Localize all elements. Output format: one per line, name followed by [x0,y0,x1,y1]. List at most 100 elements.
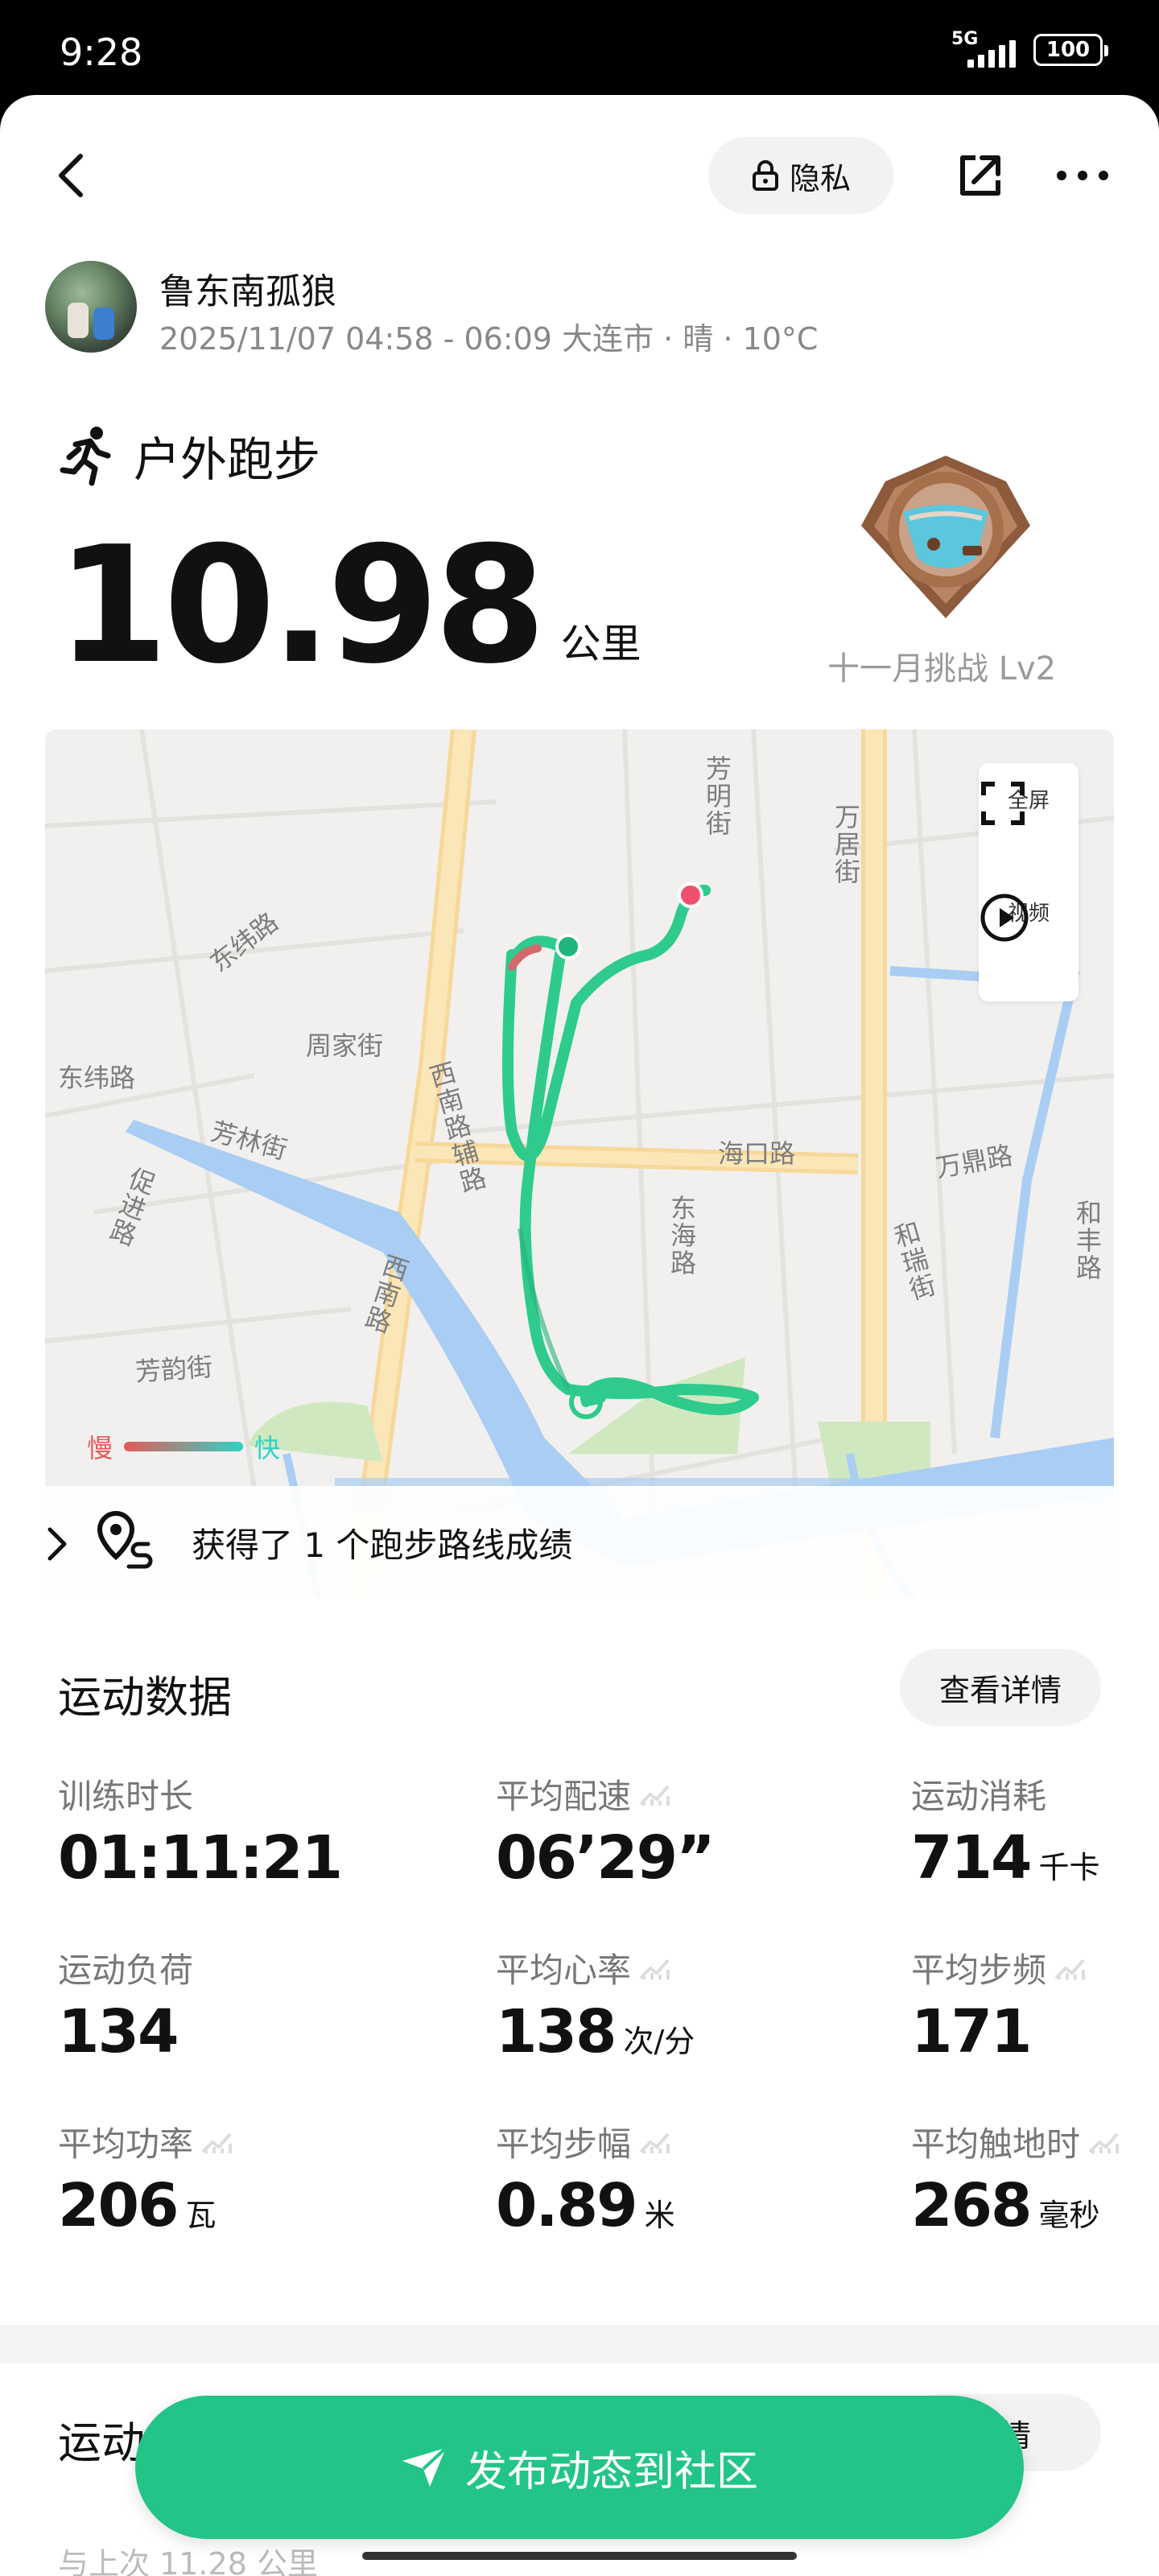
stat-value: 06’29” [496,1823,716,1893]
home-indicator [362,2552,797,2560]
sport-type: 户外跑步 [58,423,320,488]
distance-value: 10.98 [56,512,547,700]
battery-level: 100 [1046,38,1091,62]
road-label: 芳韵街 [134,1351,214,1388]
stat-ground-contact[interactable]: 平均触地时 268 毫秒 [911,2117,1153,2240]
status-icons: 5G 100 [951,29,1108,68]
dot-icon [1057,171,1066,180]
stat-label: 平均心率 [496,1951,632,1990]
stat-label: 平均触地时 [911,2124,1081,2164]
badge-label: 十一月挑战 Lv2 [827,650,1057,687]
road-label: 周家街 [306,1030,384,1061]
stat-value: 01:11:21 [58,1823,343,1893]
battery-icon: 100 [1033,34,1108,66]
fullscreen-button[interactable]: 全屏 [979,779,1079,825]
challenge-badge-icon[interactable] [853,449,1038,626]
second-section-title: 运动 [58,2417,145,2468]
stat-value: 138 [496,1997,617,2066]
legend-fast: 快 [254,1433,281,1463]
chevron-right-icon [47,1527,67,1561]
share-icon [960,155,1000,196]
end-marker [678,882,703,908]
stat-value: 714 [911,1823,1032,1893]
stat-avg-stride[interactable]: 平均步幅 0.89 米 [496,2117,786,2240]
legend-slow: 慢 [87,1433,113,1463]
stat-calories: 运动消耗 714 千卡 [911,1769,1159,1893]
route-record-text: 获得了 1 个跑步路线成绩 [192,1525,573,1565]
stats-section-title: 运动数据 [58,1672,232,1723]
dot-icon [1078,171,1087,180]
privacy-label: 隐私 [789,160,851,196]
stat-value: 268 [911,2171,1032,2240]
stat-label: 平均配速 [496,1777,632,1816]
privacy-button[interactable]: 隐私 [708,137,893,214]
stat-unit: 次/分 [623,2024,695,2059]
user-info: 鲁东南孤狼 2025/11/07 04:58 - 06:09 大连市 · 晴 ·… [45,256,1091,357]
stat-value: 171 [911,1997,1032,2066]
stat-label: 运动负荷 [58,1951,194,1990]
comparison-text: 与上次 11.28 公里 [58,2546,318,2576]
distance: 10.98 公里 [56,512,641,700]
trend-chart-icon [1088,2132,1120,2153]
sport-label: 户外跑步 [134,432,321,487]
road-label: 东纬路 [58,1063,136,1093]
more-options-button[interactable] [1046,143,1119,208]
route-pin-icon [97,1510,153,1569]
share-button[interactable] [948,143,1013,208]
stat-unit: 瓦 [185,2198,217,2233]
pace-legend: 慢 快 [87,1428,280,1465]
stat-unit: 千卡 [1038,1850,1100,1885]
road-label: 海口路 [718,1138,796,1169]
fullscreen-icon [981,782,1025,825]
publish-to-community-button[interactable]: 发布动态到社区 [135,2396,1024,2539]
activity-meta: 2025/11/07 04:58 - 06:09 大连市 · 晴 · 10°C [159,321,819,357]
route-map[interactable]: 芳明街 万居街 东纬路 东纬路 周家街 西南路辅路 芳林街 海口路 万鼎路 促进… [45,729,1114,1599]
map-tools: 全屏 视频 [979,763,1079,1001]
road-label: 万居街 [831,803,861,886]
lock-icon [752,160,778,191]
chevron-left-icon [59,154,83,197]
running-icon [60,427,111,486]
stat-label: 运动消耗 [911,1777,1047,1816]
stat-unit: 米 [644,2198,675,2233]
road-label: 芳明街 [702,755,732,837]
stat-value: 0.89 [496,2171,638,2240]
stat-label: 平均步幅 [496,2124,632,2164]
trend-chart-icon [201,2132,233,2153]
stat-label: 平均功率 [58,2124,194,2164]
status-time: 9:28 [60,31,143,74]
stat-avg-pace[interactable]: 平均配速 06’29” [496,1769,786,1893]
workout-detail-sheet: 隐私 鲁东南孤狼 2025/11/07 04:58 - 06:09 大连市 · … [0,95,1159,2576]
stat-avg-heart-rate[interactable]: 平均心率 138 次/分 [496,1943,786,2066]
distance-unit: 公里 [560,621,641,667]
stat-avg-power[interactable]: 平均功率 206 瓦 [58,2117,348,2240]
send-icon [402,2446,448,2487]
stat-training-load: 运动负荷 134 [58,1943,348,2066]
stat-label: 训练时长 [58,1777,194,1816]
stat-duration: 训练时长 01:11:21 [58,1769,348,1893]
stat-value: 134 [58,1997,179,2066]
play-icon [980,894,1029,942]
publish-label: 发布动态到社区 [464,2447,758,2496]
avatar[interactable] [45,261,137,353]
video-button[interactable]: 视频 [979,892,1079,942]
legend-gradient [124,1442,244,1451]
status-bar: 9:28 5G 100 [0,0,1159,105]
trend-chart-icon [639,1959,670,1979]
top-bar: 隐私 [0,95,1159,256]
route-record-row[interactable]: 获得了 1 个跑步路线成绩 [45,1486,1114,1599]
stat-value: 206 [58,2171,179,2240]
stat-label: 平均步频 [911,1951,1047,1990]
road-label: 东海路 [666,1195,697,1277]
trend-chart-icon [1054,1959,1086,1979]
start-marker [555,934,581,960]
signal-icon: 5G [951,29,1021,68]
back-button[interactable] [45,143,97,208]
username[interactable]: 鲁东南孤狼 [159,262,336,314]
section-divider [0,2325,1159,2363]
stat-unit: 毫秒 [1038,2198,1100,2233]
trend-chart-icon [639,2132,670,2153]
dot-icon [1099,171,1108,180]
view-details-button[interactable]: 查看详情 [900,1649,1101,1726]
stat-avg-cadence[interactable]: 平均步频 171 [911,1943,1159,2066]
